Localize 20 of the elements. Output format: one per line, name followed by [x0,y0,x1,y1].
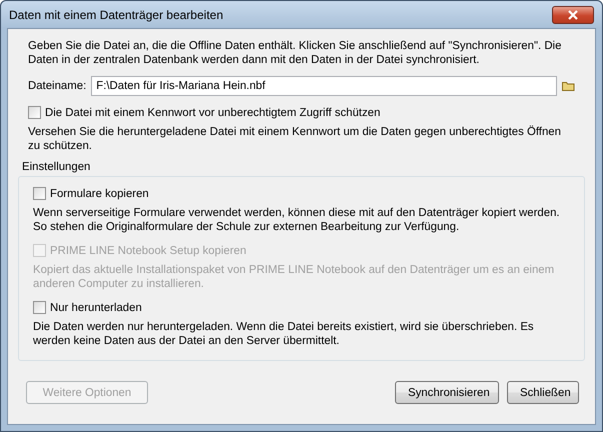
field-label: Dateiname: [28,80,86,92]
checkbox[interactable] [33,301,46,314]
checkbox-label[interactable]: Formulare kopieren [50,188,149,200]
folder-icon[interactable] [562,81,575,91]
dialog-button[interactable]: Synchronisieren [395,381,499,404]
group-title: Einstellungen [21,161,92,173]
option-description: Kopiert das aktuelle Installationspaket von PRIME LINE Notebook auf den Datenträger um es an einem anderen Computer zu installieren. [33,263,556,291]
close-icon [567,10,579,20]
option-description: Versehen Sie die heruntergeladene Datei mit einem Kennwort um die Daten gegen unberechtigtes Öffnen zu schützen. [28,125,562,153]
dialog-button[interactable]: Schließen [507,381,579,404]
checkbox-label[interactable]: Die Datei mit einem Kennwort vor unberechtigtem Zugriff schützen [45,106,380,118]
window-title: Daten mit einem Datenträger bearbeiten [9,8,224,22]
close-button[interactable] [552,6,594,24]
filename-field[interactable]: F:\Daten für Iris-Mariana Hein.nbf [91,76,557,96]
checkbox[interactable] [33,187,46,200]
option-description: Wenn serverseitige Formulare verwendet werden, können diese mit auf den Datenträger kopiert werden. So stehen die Originalformulare der Schule zur externen Bearbeitung zur Verfügung. [33,206,561,234]
checkbox-label[interactable]: Nur herunterladen [50,302,142,314]
intro-text: Geben Sie die Datei an, die die Offline Daten enthält. Klicken Sie anschließend auf "Synchronisieren". Die Daten in der zentralen Datenbank werden dann mit den Daten in der Datei synchronisiert. [27,39,562,67]
checkbox[interactable] [28,106,41,119]
option-description: Die Daten werden nur heruntergeladen. Wenn die Datei bereits existiert, wird sie überschrieben. Es werden keine Daten aus der Datei an den Server übermittelt. [33,320,535,348]
